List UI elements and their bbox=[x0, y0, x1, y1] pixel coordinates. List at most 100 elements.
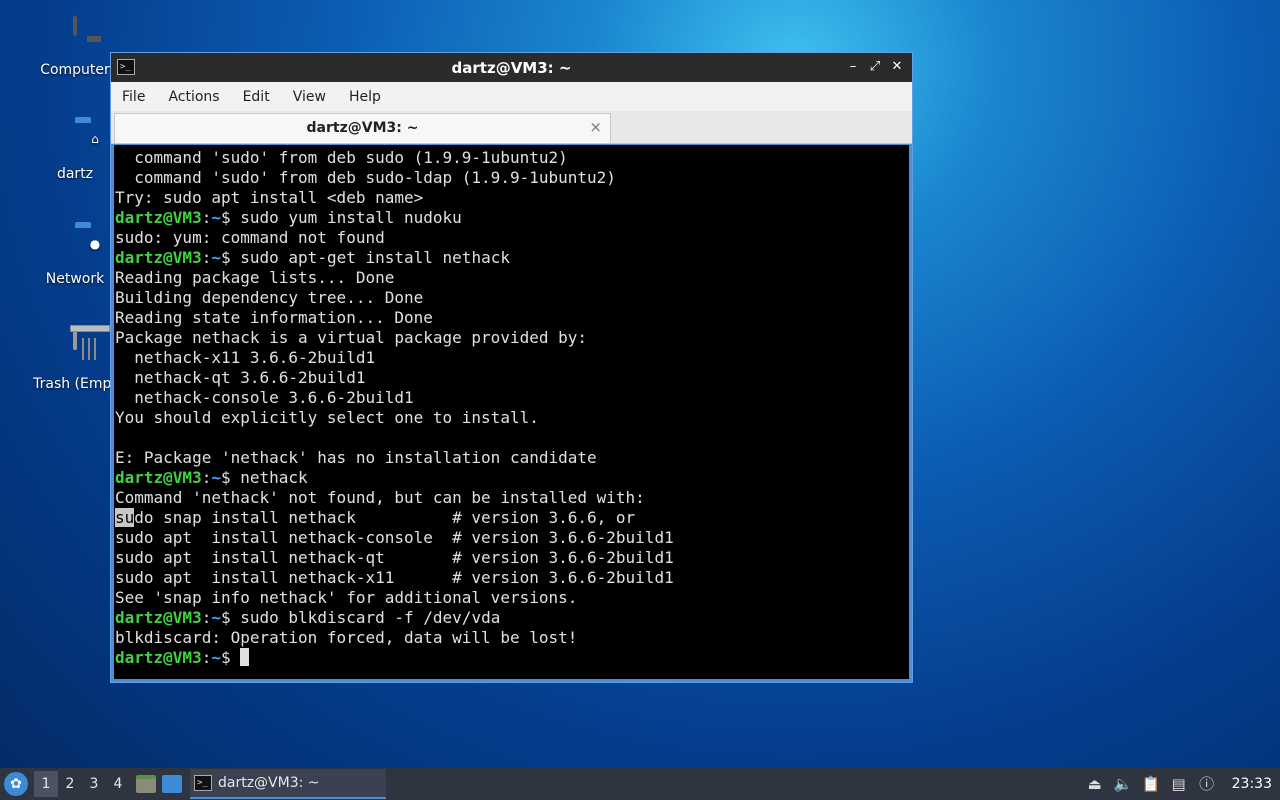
trash-icon bbox=[53, 330, 97, 372]
maximize-icon[interactable]: ⤢ bbox=[866, 58, 884, 76]
prompt-user: dartz@VM3 bbox=[115, 608, 202, 627]
output-line: Package nethack is a virtual package pro… bbox=[115, 328, 909, 348]
output-line: sudo: yum: command not found bbox=[115, 228, 909, 248]
prompt-symbol: $ bbox=[220, 248, 241, 267]
terminal-output[interactable]: command 'sudo' from deb sudo (1.9.9-1ubu… bbox=[114, 145, 909, 679]
menu-view[interactable]: View bbox=[293, 89, 326, 105]
prompt-separator: : bbox=[201, 608, 212, 627]
output-text: command 'sudo' from deb sudo (1.9.9-1ubu… bbox=[115, 148, 568, 167]
network-folder-icon: ● bbox=[89, 237, 101, 251]
prompt-symbol: $ bbox=[220, 468, 241, 487]
command-line: dartz@VM3:~$ sudo yum install nudoku bbox=[115, 208, 909, 228]
output-line: Reading package lists... Done bbox=[115, 268, 909, 288]
output-line: sudo snap install nethack # version 3.6.… bbox=[115, 508, 909, 528]
tab-close-icon[interactable]: × bbox=[589, 118, 602, 136]
prompt-user: dartz@VM3 bbox=[115, 648, 202, 667]
prompt-user: dartz@VM3 bbox=[115, 468, 202, 487]
terminal-app-icon: >_ bbox=[194, 775, 212, 791]
output-line: sudo apt install nethack-x11 # version 3… bbox=[115, 568, 909, 588]
output-text: Package nethack is a virtual package pro… bbox=[115, 328, 588, 347]
workspace-3[interactable]: 3 bbox=[82, 776, 106, 792]
workspace-2[interactable]: 2 bbox=[58, 776, 82, 792]
menu-actions[interactable]: Actions bbox=[168, 89, 219, 105]
output-line: See 'snap info nethack' for additional v… bbox=[115, 588, 909, 608]
output-text: Try: sudo apt install <deb name> bbox=[115, 188, 424, 207]
output-line: Command 'nethack' not found, but can be … bbox=[115, 488, 909, 508]
output-line: sudo apt install nethack-console # versi… bbox=[115, 528, 909, 548]
tab-bar: dartz@VM3: ~ × bbox=[111, 111, 912, 144]
output-text: Building dependency tree... Done bbox=[115, 288, 424, 307]
command-text: sudo apt-get install nethack bbox=[240, 248, 510, 267]
prompt-user: dartz@VM3 bbox=[115, 248, 202, 267]
output-text: do snap install nethack # version 3.6.6,… bbox=[134, 508, 636, 527]
output-line: dartz@VM3:~$ bbox=[115, 648, 909, 668]
output-text: Reading package lists... Done bbox=[115, 268, 395, 287]
output-text: sudo: yum: command not found bbox=[115, 228, 385, 247]
home-folder-icon: ⌂ bbox=[91, 132, 99, 146]
output-line: Building dependency tree... Done bbox=[115, 288, 909, 308]
prompt-separator: : bbox=[201, 468, 212, 487]
tab-title: dartz@VM3: ~ bbox=[306, 120, 419, 136]
network-status-icon[interactable]: ▤ bbox=[1170, 775, 1188, 793]
output-text: nethack-qt 3.6.6-2build1 bbox=[115, 368, 366, 387]
window-titlebar[interactable]: >_ dartz@VM3: ~ – ⤢ ✕ bbox=[111, 53, 912, 82]
menu-file[interactable]: File bbox=[122, 89, 145, 105]
workspace-4[interactable]: 4 bbox=[106, 776, 130, 792]
command-line: dartz@VM3:~$ nethack bbox=[115, 468, 909, 488]
selected-text: su bbox=[115, 508, 135, 527]
close-icon[interactable]: ✕ bbox=[888, 58, 906, 76]
prompt-separator: : bbox=[201, 208, 212, 227]
output-text: Reading state information... Done bbox=[115, 308, 433, 327]
output-text: See 'snap info nethack' for additional v… bbox=[115, 588, 578, 607]
command-line: dartz@VM3:~$ sudo blkdiscard -f /dev/vda bbox=[115, 608, 909, 628]
output-line: command 'sudo' from deb sudo-ldap (1.9.9… bbox=[115, 168, 909, 188]
text-cursor bbox=[240, 648, 250, 666]
command-text: nethack bbox=[240, 468, 308, 487]
minimize-icon[interactable]: – bbox=[844, 58, 862, 76]
terminal-tab[interactable]: dartz@VM3: ~ × bbox=[114, 113, 611, 143]
menu-bar: File Actions Edit View Help bbox=[111, 82, 912, 111]
prompt-symbol: $ bbox=[220, 208, 241, 227]
prompt-path: ~ bbox=[211, 608, 221, 627]
output-text: sudo apt install nethack-console # versi… bbox=[115, 528, 674, 547]
output-line: Try: sudo apt install <deb name> bbox=[115, 188, 909, 208]
file-manager-icon[interactable] bbox=[136, 775, 156, 793]
menu-help[interactable]: Help bbox=[349, 89, 381, 105]
command-text: sudo yum install nudoku bbox=[240, 208, 462, 227]
prompt-symbol: $ bbox=[220, 608, 241, 627]
prompt-separator: : bbox=[201, 248, 212, 267]
output-text: You should explicitly select one to inst… bbox=[115, 408, 539, 427]
prompt-path: ~ bbox=[211, 468, 221, 487]
output-text: sudo apt install nethack-qt # version 3.… bbox=[115, 548, 674, 567]
volume-icon[interactable]: 🔈 bbox=[1114, 775, 1133, 793]
prompt-separator: : bbox=[201, 648, 212, 667]
taskbar-task-terminal[interactable]: >_ dartz@VM3: ~ bbox=[190, 769, 386, 799]
show-desktop-icon[interactable] bbox=[162, 775, 182, 793]
output-text: E: Package 'nethack' has no installation… bbox=[115, 448, 597, 467]
menu-edit[interactable]: Edit bbox=[243, 89, 270, 105]
command-line: dartz@VM3:~$ sudo apt-get install nethac… bbox=[115, 248, 909, 268]
eject-icon[interactable]: ⏏ bbox=[1086, 775, 1104, 793]
prompt-user: dartz@VM3 bbox=[115, 208, 202, 227]
output-line: Reading state information... Done bbox=[115, 308, 909, 328]
output-text: blkdiscard: Operation forced, data will … bbox=[115, 628, 578, 647]
terminal-window: >_ dartz@VM3: ~ – ⤢ ✕ File Actions Edit … bbox=[110, 52, 913, 683]
workspace-1[interactable]: 1 bbox=[34, 771, 58, 797]
prompt-path: ~ bbox=[211, 648, 221, 667]
prompt-path: ~ bbox=[211, 248, 221, 267]
system-tray: ⏏ 🔈 📋 ▤ ⓘ 23:33 bbox=[1086, 775, 1280, 793]
output-text: command 'sudo' from deb sudo-ldap (1.9.9… bbox=[115, 168, 616, 187]
output-line: sudo apt install nethack-qt # version 3.… bbox=[115, 548, 909, 568]
update-notifier-icon[interactable]: ⓘ bbox=[1198, 775, 1216, 793]
output-line: nethack-qt 3.6.6-2build1 bbox=[115, 368, 909, 388]
start-menu-icon[interactable]: ✿ bbox=[4, 772, 28, 796]
output-line: nethack-x11 3.6.6-2build1 bbox=[115, 348, 909, 368]
clipboard-icon[interactable]: 📋 bbox=[1142, 775, 1161, 793]
terminal-app-icon[interactable]: >_ bbox=[117, 59, 135, 75]
clock[interactable]: 23:33 bbox=[1232, 776, 1272, 792]
output-line: blkdiscard: Operation forced, data will … bbox=[115, 628, 909, 648]
task-title: dartz@VM3: ~ bbox=[218, 775, 320, 791]
output-text: nethack-x11 3.6.6-2build1 bbox=[115, 348, 376, 367]
output-line: command 'sudo' from deb sudo (1.9.9-1ubu… bbox=[115, 148, 909, 168]
